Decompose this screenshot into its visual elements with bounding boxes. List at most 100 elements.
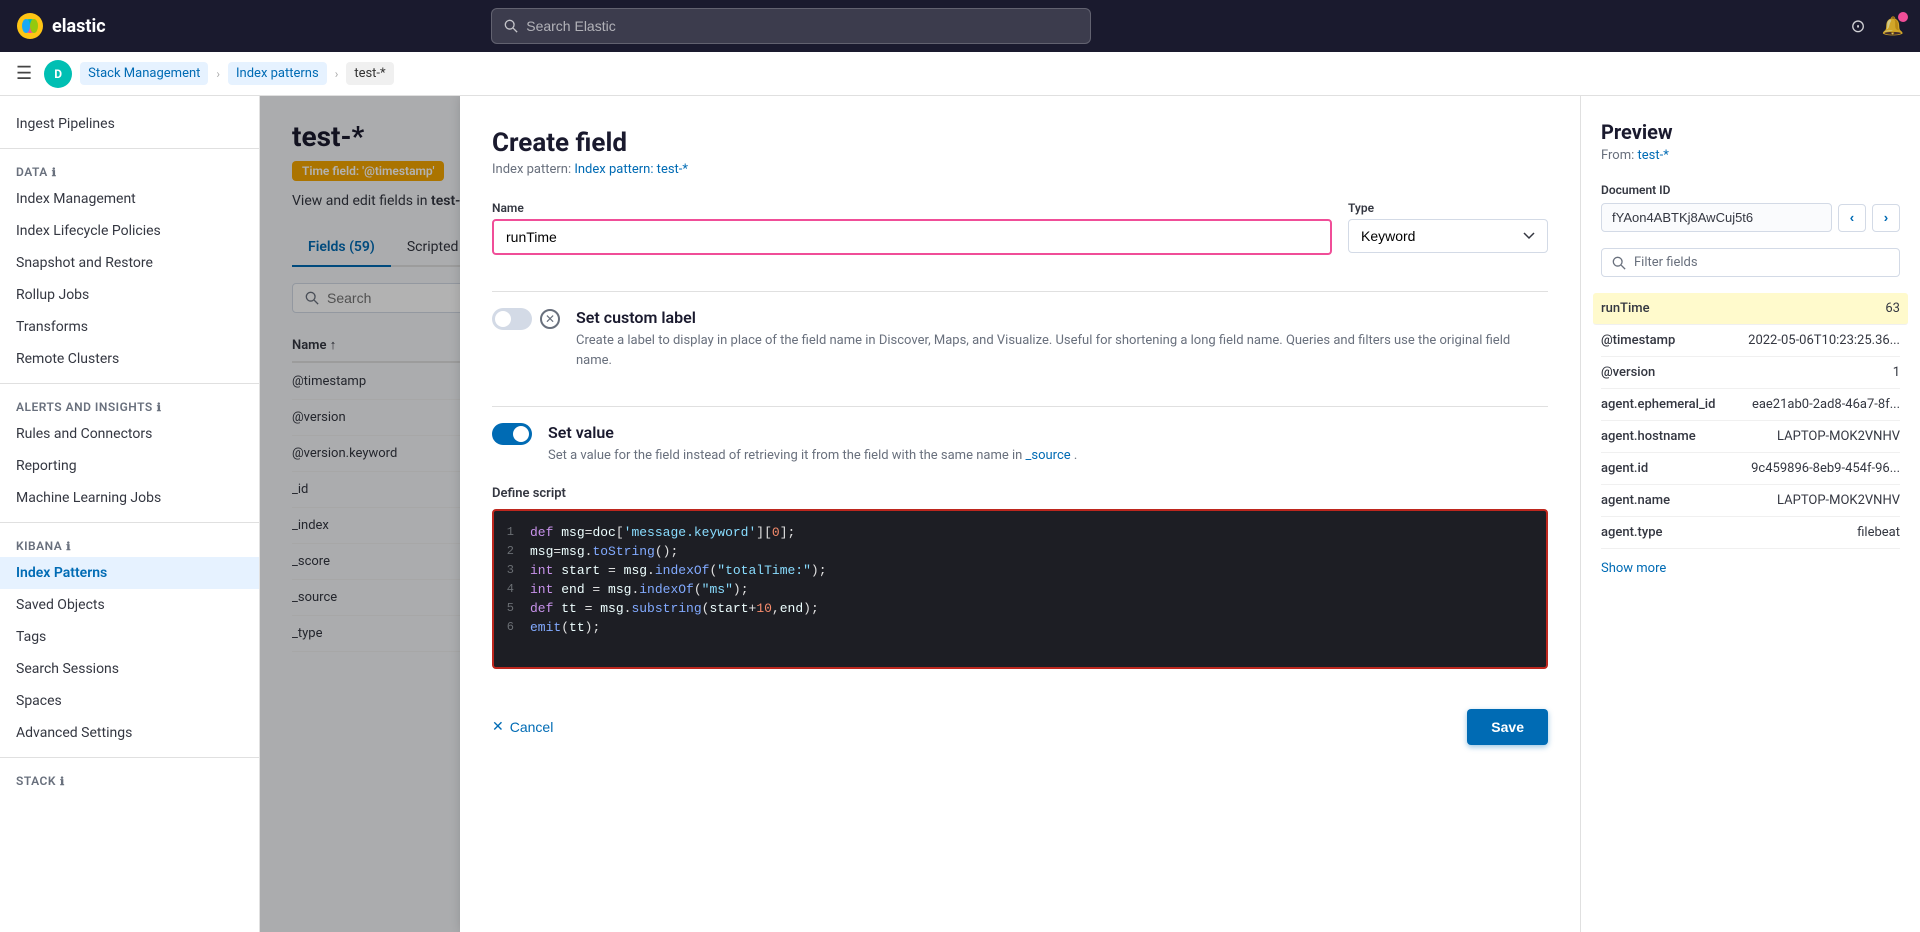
global-search-bar[interactable] [491, 8, 1091, 44]
sidebar-item-index-lifecycle-policies[interactable]: Index Lifecycle Policies [0, 215, 259, 247]
code-line-2: 2 msg=msg.toString(); [494, 542, 1546, 561]
sidebar-item-remote-clusters[interactable]: Remote Clusters [0, 343, 259, 375]
sidebar-item-tags[interactable]: Tags [0, 621, 259, 653]
flyout-subtitle: Index pattern: Index pattern: test-* [492, 162, 1548, 177]
line-code-1: def msg=doc['message.keyword'][0]; [530, 525, 795, 540]
flyout-footer: ✕ Cancel Save [492, 693, 1548, 745]
field-val-agent-id: 9c459896-8eb9-454f-96... [1751, 461, 1900, 476]
code-line-6: 6 emit(tt); [494, 618, 1546, 637]
sidebar-item-rollup-jobs[interactable]: Rollup Jobs [0, 279, 259, 311]
notification-badge [1898, 12, 1908, 22]
sidebar-item-ingest-pipelines[interactable]: Ingest Pipelines [0, 108, 259, 140]
main-layout: Ingest Pipelines Data ℹ Index Management… [0, 96, 1920, 932]
field-key-agent-type: agent.type [1601, 525, 1662, 540]
flyout-title: Create field [492, 128, 1548, 158]
preview-field-version: @version 1 [1601, 357, 1900, 389]
flyout-overlay: Create field Index pattern: Index patter… [260, 96, 1920, 932]
doc-id-label: Document ID [1601, 183, 1900, 197]
field-val-version: 1 [1893, 365, 1900, 380]
preview-from: From: test-* [1601, 148, 1900, 163]
sidebar-divider-1 [0, 148, 259, 149]
field-key-timestamp: @timestamp [1601, 333, 1675, 348]
create-field-flyout: Create field Index pattern: Index patter… [460, 96, 1580, 932]
sidebar-item-rules-connectors[interactable]: Rules and Connectors [0, 418, 259, 450]
nav-icons: ⊙ 🔔 [1850, 16, 1904, 37]
sidebar-item-index-management[interactable]: Index Management [0, 183, 259, 215]
sidebar-section-data: Data ℹ [0, 157, 259, 183]
save-button[interactable]: Save [1467, 709, 1548, 745]
sidebar-item-index-patterns[interactable]: Index Patterns [0, 557, 259, 589]
sidebar-section-kibana: Kibana ℹ [0, 531, 259, 557]
field-key-agent-name: agent.name [1601, 493, 1670, 508]
sidebar-divider-2 [0, 383, 259, 384]
doc-prev-button[interactable]: ‹ [1838, 204, 1866, 232]
set-value-section: Set value Set a value for the field inst… [492, 423, 1548, 466]
doc-next-button[interactable]: › [1872, 204, 1900, 232]
elastic-logo[interactable]: elastic [16, 12, 106, 40]
sidebar-section-stack: Stack ℹ [0, 766, 259, 792]
cancel-button[interactable]: ✕ Cancel [492, 718, 553, 735]
line-num-5: 5 [494, 601, 530, 615]
menu-toggle[interactable]: ☰ [16, 63, 32, 84]
line-code-2: msg=msg.toString(); [530, 544, 678, 559]
set-value-toggle[interactable] [492, 423, 532, 445]
preview-field-agent-type: agent.type filebeat [1601, 517, 1900, 549]
field-key-ephemeral: agent.ephemeral_id [1601, 397, 1715, 412]
content-area: test-* Time field: '@timestamp' View and… [260, 96, 1920, 932]
field-val-agent-name: LAPTOP-MOK2VNHV [1777, 493, 1900, 508]
custom-label-section: ✕ Set custom label Create a label to dis… [492, 308, 1548, 370]
field-key-agent-id: agent.id [1601, 461, 1648, 476]
doc-id-input[interactable] [1601, 203, 1832, 232]
set-value-desc: Set a value for the field instead of ret… [548, 446, 1077, 466]
sidebar-item-ml-jobs[interactable]: Machine Learning Jobs [0, 482, 259, 514]
doc-id-row: ‹ › [1601, 203, 1900, 232]
custom-label-toggle[interactable] [492, 308, 532, 330]
line-code-5: def tt = msg.substring(start+10,end); [530, 601, 819, 616]
name-input[interactable] [492, 219, 1332, 255]
preview-runtime-field: runTime 63 [1593, 293, 1908, 325]
sidebar-item-saved-objects[interactable]: Saved Objects [0, 589, 259, 621]
sidebar-item-spaces[interactable]: Spaces [0, 685, 259, 717]
custom-label-close[interactable]: ✕ [540, 309, 560, 329]
form-name-type-row: Name Type Keyword [492, 201, 1548, 255]
sidebar-item-reporting[interactable]: Reporting [0, 450, 259, 482]
global-search-input[interactable] [526, 18, 1078, 34]
line-num-2: 2 [494, 544, 530, 558]
sidebar: Ingest Pipelines Data ℹ Index Management… [0, 96, 260, 932]
notification-icon[interactable]: 🔔 [1882, 16, 1904, 37]
sidebar-item-transforms[interactable]: Transforms [0, 311, 259, 343]
sidebar-item-snapshot-restore[interactable]: Snapshot and Restore [0, 247, 259, 279]
help-icon[interactable]: ⊙ [1850, 16, 1865, 37]
line-num-6: 6 [494, 620, 530, 634]
name-label: Name [492, 201, 1332, 215]
section-divider-1 [492, 291, 1548, 292]
breadcrumb-index-patterns[interactable]: Index patterns [228, 62, 327, 85]
code-line-3: 3 int start = msg.indexOf("totalTime:"); [494, 561, 1546, 580]
preview-field-agent-id: agent.id 9c459896-8eb9-454f-96... [1601, 453, 1900, 485]
elastic-text: elastic [52, 16, 106, 37]
form-group-type: Type Keyword [1348, 201, 1548, 255]
breadcrumb-sep-1: › [216, 67, 220, 81]
type-select[interactable]: Keyword [1348, 219, 1548, 253]
code-line-5: 5 def tt = msg.substring(start+10,end); [494, 599, 1546, 618]
sidebar-item-search-sessions[interactable]: Search Sessions [0, 653, 259, 685]
line-num-1: 1 [494, 525, 530, 539]
preview-field-ephemeral: agent.ephemeral_id eae21ab0-2ad8-46a7-8f… [1601, 389, 1900, 421]
line-code-6: emit(tt); [530, 620, 600, 635]
breadcrumb-stack-management[interactable]: Stack Management [80, 62, 208, 85]
filter-fields-placeholder: Filter fields [1634, 255, 1698, 270]
sidebar-item-advanced-settings[interactable]: Advanced Settings [0, 717, 259, 749]
field-val-ephemeral: eae21ab0-2ad8-46a7-8f... [1752, 397, 1900, 412]
show-more-button[interactable]: Show more [1601, 561, 1900, 576]
line-num-3: 3 [494, 563, 530, 577]
sidebar-divider-3 [0, 522, 259, 523]
flyout-subtitle-link[interactable]: Index pattern: test-* [574, 162, 688, 177]
preview-from-link[interactable]: test-* [1638, 148, 1669, 163]
breadcrumb-sep-2: › [335, 67, 339, 81]
source-link[interactable]: _source [1026, 448, 1071, 463]
preview-panel: Preview From: test-* Document ID ‹ › Fil… [1580, 96, 1920, 932]
user-avatar[interactable]: D [44, 60, 72, 88]
filter-fields-box[interactable]: Filter fields [1601, 248, 1900, 277]
field-val-timestamp: 2022-05-06T10:23:25.36... [1748, 333, 1900, 348]
code-editor[interactable]: 1 def msg=doc['message.keyword'][0]; 2 m… [492, 509, 1548, 669]
